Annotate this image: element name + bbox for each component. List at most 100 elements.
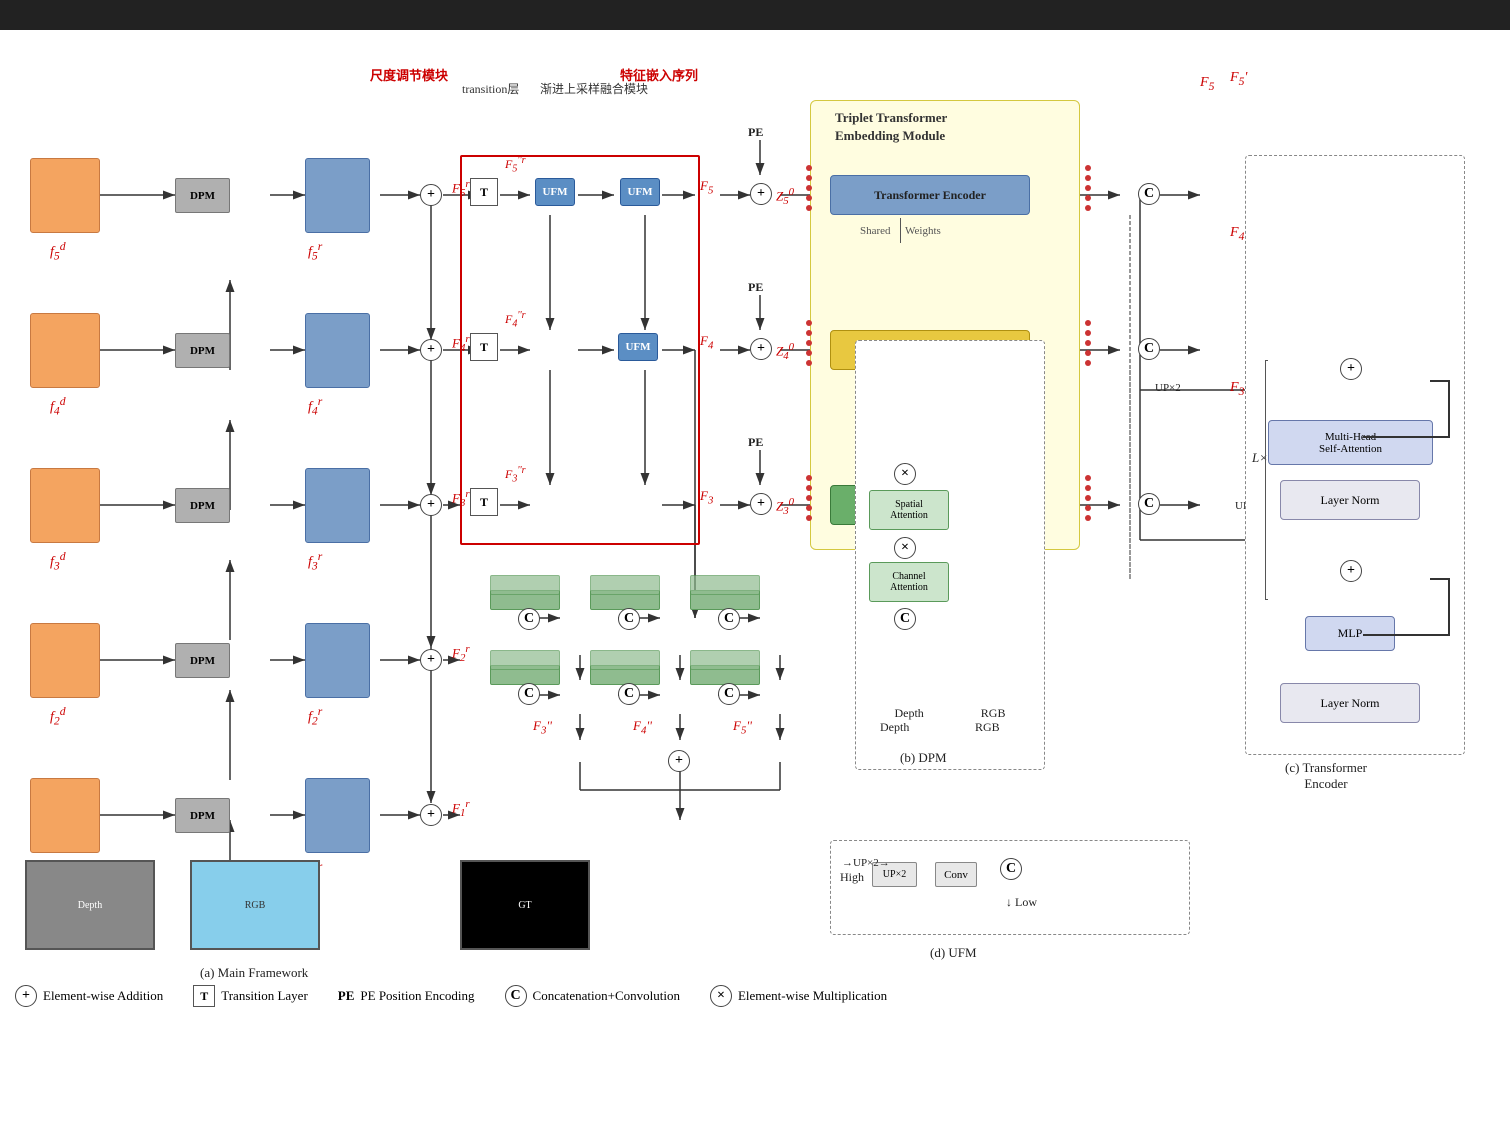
diagram-container: f5d f4d f3d f2d f1d DPM DPM DPM DPM DPM … bbox=[0, 0, 1510, 1121]
rgb-image: RGB bbox=[190, 860, 320, 950]
legend-c-text: Concatenation+Convolution bbox=[533, 988, 680, 1004]
dpm2-box: DPM bbox=[175, 643, 230, 678]
scale-module-title: 尺度调节模块 bbox=[370, 65, 448, 84]
f5r-block bbox=[305, 158, 370, 233]
rgb-label-dpm: RGB bbox=[981, 706, 1006, 721]
F2r-label: F2r bbox=[452, 643, 470, 664]
legend-concat: C Concatenation+Convolution bbox=[505, 985, 680, 1007]
F5prime-label: F5' bbox=[1230, 70, 1247, 88]
residual-vert-2 bbox=[1448, 578, 1450, 636]
transition-layer-label: transition层 bbox=[462, 80, 519, 97]
add-circle-3: + bbox=[420, 494, 442, 516]
f5d-block bbox=[30, 158, 100, 233]
Z30-label: Z30 bbox=[776, 496, 794, 517]
green-top-5 bbox=[590, 575, 660, 595]
top-bar bbox=[0, 0, 1510, 30]
F3prr-label: F3''r bbox=[505, 465, 526, 484]
dot-col-right-4 bbox=[1085, 320, 1091, 366]
c-green-2: C bbox=[618, 608, 640, 630]
c-ufm: C bbox=[1000, 858, 1022, 880]
dpm5-box: DPM bbox=[175, 178, 230, 213]
depth-label-inner: Depth bbox=[880, 720, 909, 735]
c-circle-3: C bbox=[1138, 493, 1160, 515]
high-label: High bbox=[840, 870, 864, 885]
f4d-block bbox=[30, 313, 100, 388]
subfig-d-label: (d) UFM bbox=[930, 945, 977, 961]
green-bot-6 bbox=[690, 650, 760, 670]
f4r-block bbox=[305, 313, 370, 388]
gt-image: GT bbox=[460, 860, 590, 950]
f3r-block bbox=[305, 468, 370, 543]
dpm4-box: DPM bbox=[175, 333, 230, 368]
dpm3-box: DPM bbox=[175, 488, 230, 523]
z4-circle: + bbox=[750, 338, 772, 360]
f1r-block bbox=[305, 778, 370, 853]
c-bot-2: C bbox=[618, 683, 640, 705]
ufm-4a: UFM bbox=[618, 333, 658, 361]
c-dpm: C bbox=[894, 608, 916, 630]
pe-3-label: PE bbox=[748, 435, 763, 450]
t-box-3: T bbox=[470, 488, 498, 516]
F4out-label: F4 bbox=[700, 333, 713, 352]
F3pp-label: F3'' bbox=[533, 718, 552, 737]
f2r-block bbox=[305, 623, 370, 698]
shared-divider-1 bbox=[900, 218, 901, 243]
F5pp-label: F5'' bbox=[733, 718, 752, 737]
F5out-label: F5 bbox=[700, 178, 713, 197]
subfig-b-label: (b) DPM bbox=[900, 750, 947, 766]
f2d-label: f2d bbox=[50, 705, 66, 727]
f2r-label: f2r bbox=[308, 705, 322, 727]
ufm-subdiagram bbox=[830, 840, 1190, 935]
dot-col-right-5 bbox=[1085, 165, 1091, 211]
conv-box-ufm: Conv bbox=[935, 862, 977, 887]
legend-add-text: Element-wise Addition bbox=[43, 988, 163, 1004]
shared-weights-1: Shared bbox=[860, 225, 891, 237]
legend-container: + Element-wise Addition T Transition Lay… bbox=[15, 985, 887, 1007]
c-circle-5: C bbox=[1138, 183, 1160, 205]
rgb-label-inner: RGB bbox=[975, 720, 1000, 735]
legend-transition: T Transition Layer bbox=[193, 985, 308, 1007]
lx-bracket bbox=[1265, 360, 1268, 600]
f2d-block bbox=[30, 623, 100, 698]
ufm-5b: UFM bbox=[620, 178, 660, 206]
legend-pe-symbol: PE bbox=[338, 988, 355, 1004]
subfig-a-label: (a) Main Framework bbox=[200, 965, 308, 981]
dot-col-left-3 bbox=[806, 475, 812, 521]
t-box-4: T bbox=[470, 333, 498, 361]
z3-circle: + bbox=[750, 493, 772, 515]
F4prr-label: F4''r bbox=[505, 310, 526, 329]
depth-image: Depth bbox=[25, 860, 155, 950]
legend-x-text: Element-wise Multiplication bbox=[738, 988, 887, 1004]
legend-t-text: Transition Layer bbox=[221, 988, 308, 1004]
f4d-label: f4d bbox=[50, 395, 66, 417]
residual-line-1b bbox=[1363, 436, 1450, 438]
legend-add: + Element-wise Addition bbox=[15, 985, 163, 1007]
pe-5-label: PE bbox=[748, 125, 763, 140]
upsample-fusion-label: 渐进上采样融合模块 bbox=[540, 80, 648, 97]
f3r-label: f3r bbox=[308, 550, 322, 572]
legend-t-symbol: T bbox=[193, 985, 215, 1007]
dot-col-left-5 bbox=[806, 165, 812, 211]
f5d-label: f5d bbox=[50, 240, 66, 262]
residual-add-1: + bbox=[1340, 358, 1362, 380]
pe-4-label: PE bbox=[748, 280, 763, 295]
f1d-block bbox=[30, 778, 100, 853]
f4r-label: f4r bbox=[308, 395, 322, 417]
residual-add-2: + bbox=[1340, 560, 1362, 582]
multiply-top-dpm: × bbox=[894, 463, 916, 485]
add-circle-1: + bbox=[420, 804, 442, 826]
c-green-1: C bbox=[518, 608, 540, 630]
legend-c-symbol: C bbox=[505, 985, 527, 1007]
f3d-block bbox=[30, 468, 100, 543]
channel-attention-box: ChannelAttention bbox=[869, 562, 949, 602]
F5-top-label: F5 bbox=[1200, 75, 1214, 93]
f5r-label: f5r bbox=[308, 240, 322, 262]
layer-norm-1: Layer Norm bbox=[1280, 480, 1420, 520]
residual-line-2b bbox=[1363, 634, 1450, 636]
dot-col-left-4 bbox=[806, 320, 812, 366]
legend-pe: PE PE Position Encoding bbox=[338, 988, 475, 1004]
t-box-5: T bbox=[470, 178, 498, 206]
residual-vert-1 bbox=[1448, 380, 1450, 438]
legend-add-symbol: + bbox=[15, 985, 37, 1007]
dpm-subdiagram: Depth RGB bbox=[855, 340, 1045, 770]
